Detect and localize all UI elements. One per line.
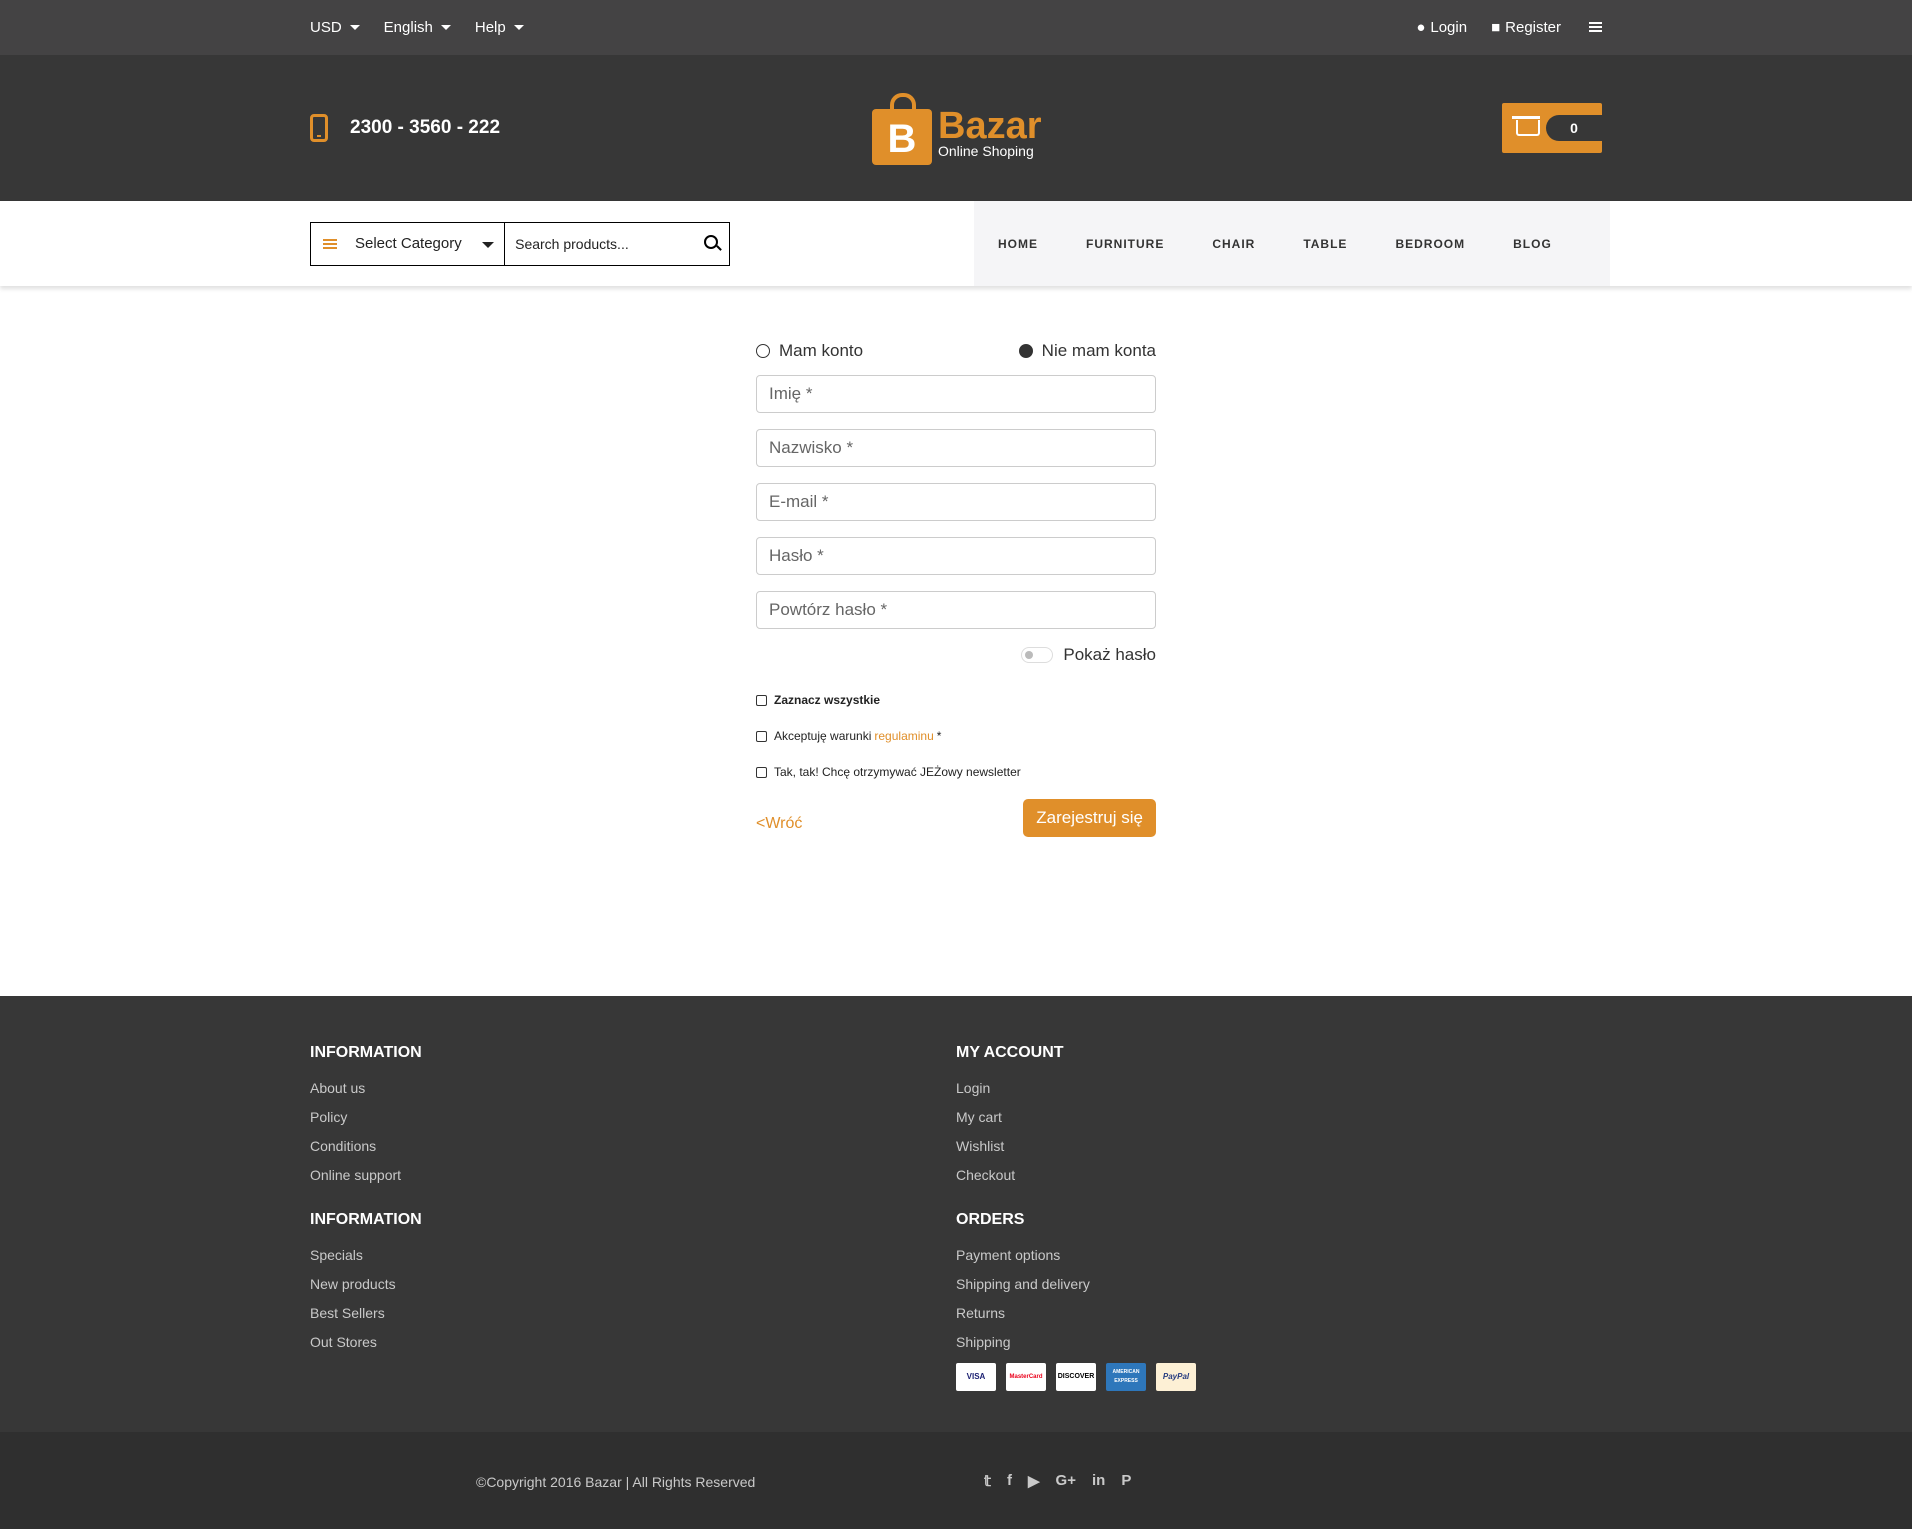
amex-card-icon: AMERICAN EXPRESS bbox=[1106, 1363, 1146, 1391]
register-link[interactable]: ■ Register bbox=[1491, 19, 1561, 36]
logo[interactable]: B Bazar Online Shoping bbox=[872, 89, 1042, 165]
password-field[interactable] bbox=[757, 545, 1155, 567]
menu-item-chair[interactable]: CHAIR bbox=[1212, 237, 1255, 251]
footer-heading: MY ACCOUNT bbox=[956, 1044, 1064, 1061]
navigation-bar: Select Category HOME FURNITURE CHAIR TAB… bbox=[0, 201, 1912, 286]
footer-link[interactable]: Payment options bbox=[956, 1247, 1602, 1263]
youtube-icon[interactable]: ▶ bbox=[1028, 1472, 1040, 1490]
footer-link[interactable]: Policy bbox=[310, 1109, 956, 1125]
caret-down-icon bbox=[482, 241, 495, 248]
phone-number: 2300 - 3560 - 222 bbox=[350, 117, 501, 138]
show-password-toggle[interactable] bbox=[1021, 647, 1054, 663]
login-link[interactable]: ● Login bbox=[1416, 19, 1467, 36]
linkedin-icon[interactable]: in bbox=[1092, 1472, 1105, 1490]
google-plus-icon[interactable]: G+ bbox=[1056, 1472, 1076, 1490]
category-select[interactable]: Select Category bbox=[311, 222, 506, 265]
footer-link[interactable]: New products bbox=[310, 1276, 956, 1292]
footer-link[interactable]: My cart bbox=[956, 1109, 1602, 1125]
first-name-field[interactable] bbox=[757, 383, 1155, 405]
menu-item-furniture[interactable]: FURNITURE bbox=[1086, 237, 1164, 251]
footer-link[interactable]: Login bbox=[956, 1080, 1602, 1096]
footer-link[interactable]: Online support bbox=[310, 1167, 956, 1183]
twitter-icon[interactable]: 𝕥 bbox=[984, 1472, 991, 1490]
footer-heading: INFORMATION bbox=[310, 1044, 422, 1061]
user-icon: ● bbox=[1416, 19, 1426, 36]
footer-column-2: MY ACCOUNT Login My cart Wishlist Checko… bbox=[956, 1044, 1602, 1391]
registration-form: Mam konto Nie mam konta Pokaż hasło Zazn… bbox=[756, 341, 1156, 837]
footer-link[interactable]: Conditions bbox=[310, 1138, 956, 1154]
footer-link[interactable]: Best Sellers bbox=[310, 1305, 956, 1321]
password-repeat-field[interactable] bbox=[757, 599, 1155, 621]
select-all-checkbox[interactable]: Zaznacz wszystkie bbox=[756, 693, 1156, 707]
caret-down-icon bbox=[349, 25, 360, 30]
footer-heading: ORDERS bbox=[956, 1211, 1025, 1228]
search-input[interactable] bbox=[505, 222, 699, 265]
cart-count-badge: 0 bbox=[1546, 115, 1602, 141]
footer-link[interactable]: About us bbox=[310, 1080, 956, 1096]
radio-have-account[interactable]: Mam konto bbox=[756, 341, 863, 361]
caret-down-icon bbox=[513, 25, 524, 30]
shopping-bag-icon: B bbox=[872, 93, 932, 165]
caret-down-icon bbox=[440, 25, 451, 30]
footer-column-1: INFORMATION About us Policy Conditions O… bbox=[310, 1044, 956, 1391]
newsletter-checkbox[interactable]: Tak, tak! Chcę otrzymywać JEŻowy newslet… bbox=[756, 765, 1156, 779]
menu-item-blog[interactable]: BLOG bbox=[1513, 237, 1552, 251]
register-button[interactable]: Zarejestruj się bbox=[1023, 799, 1156, 837]
currency-dropdown[interactable]: USD bbox=[310, 19, 360, 36]
copyright-bar: ©Copyright 2016 Bazar | All Rights Reser… bbox=[0, 1432, 1912, 1529]
menu-item-home[interactable]: HOME bbox=[998, 237, 1038, 251]
menu-item-bedroom[interactable]: BEDROOM bbox=[1395, 237, 1465, 251]
language-dropdown[interactable]: English bbox=[384, 19, 451, 36]
cart-button[interactable]: 0 bbox=[1502, 103, 1602, 153]
search-button[interactable] bbox=[698, 223, 729, 265]
footer-link[interactable]: Specials bbox=[310, 1247, 956, 1263]
list-icon bbox=[323, 238, 337, 249]
facebook-icon[interactable]: f bbox=[1007, 1472, 1012, 1490]
terms-checkbox[interactable]: Akceptuję warunki regulaminu * bbox=[756, 729, 1156, 743]
show-password-label: Pokaż hasło bbox=[1063, 645, 1156, 664]
payment-cards: VISA MasterCard DISCOVER AMERICAN EXPRES… bbox=[956, 1363, 1602, 1391]
footer-link[interactable]: Out Stores bbox=[310, 1334, 956, 1350]
lock-icon: ■ bbox=[1491, 19, 1501, 36]
footer-link[interactable]: Checkout bbox=[956, 1167, 1602, 1183]
email-field[interactable] bbox=[757, 491, 1155, 513]
site-header: 2300 - 3560 - 222 B Bazar Online Shoping… bbox=[0, 55, 1912, 201]
visa-card-icon: VISA bbox=[956, 1363, 996, 1391]
top-bar: USD English Help ● Login ■ Register bbox=[0, 0, 1912, 55]
pinterest-icon[interactable]: P bbox=[1121, 1472, 1131, 1490]
footer-heading: INFORMATION bbox=[310, 1211, 422, 1228]
basket-icon bbox=[1512, 116, 1540, 136]
paypal-icon: PayPal bbox=[1156, 1363, 1196, 1391]
footer: INFORMATION About us Policy Conditions O… bbox=[0, 996, 1912, 1486]
footer-link[interactable]: Shipping and delivery bbox=[956, 1276, 1602, 1292]
main-menu: HOME FURNITURE CHAIR TABLE BEDROOM BLOG bbox=[974, 201, 1610, 286]
social-links: 𝕥 f ▶ G+ in P bbox=[984, 1472, 1147, 1490]
back-link[interactable]: <Wróć bbox=[756, 815, 802, 833]
main-content: Mam konto Nie mam konta Pokaż hasło Zazn… bbox=[0, 286, 1912, 996]
phone-contact: 2300 - 3560 - 222 bbox=[310, 114, 500, 142]
mastercard-icon: MasterCard bbox=[1006, 1363, 1046, 1391]
menu-item-table[interactable]: TABLE bbox=[1303, 237, 1347, 251]
footer-link[interactable]: Wishlist bbox=[956, 1138, 1602, 1154]
footer-link[interactable]: Shipping bbox=[956, 1334, 1602, 1350]
last-name-field[interactable] bbox=[757, 437, 1155, 459]
copyright-text: ©Copyright 2016 Bazar | All Rights Reser… bbox=[476, 1474, 756, 1490]
hamburger-icon[interactable] bbox=[1589, 22, 1602, 33]
search-icon bbox=[704, 234, 719, 249]
phone-icon bbox=[310, 114, 328, 142]
radio-no-account[interactable]: Nie mam konta bbox=[1018, 341, 1156, 361]
terms-link[interactable]: regulaminu bbox=[874, 729, 933, 743]
search-bar: Select Category bbox=[310, 221, 730, 266]
discover-card-icon: DISCOVER bbox=[1056, 1363, 1096, 1391]
help-dropdown[interactable]: Help bbox=[475, 19, 524, 36]
footer-link[interactable]: Returns bbox=[956, 1305, 1602, 1321]
